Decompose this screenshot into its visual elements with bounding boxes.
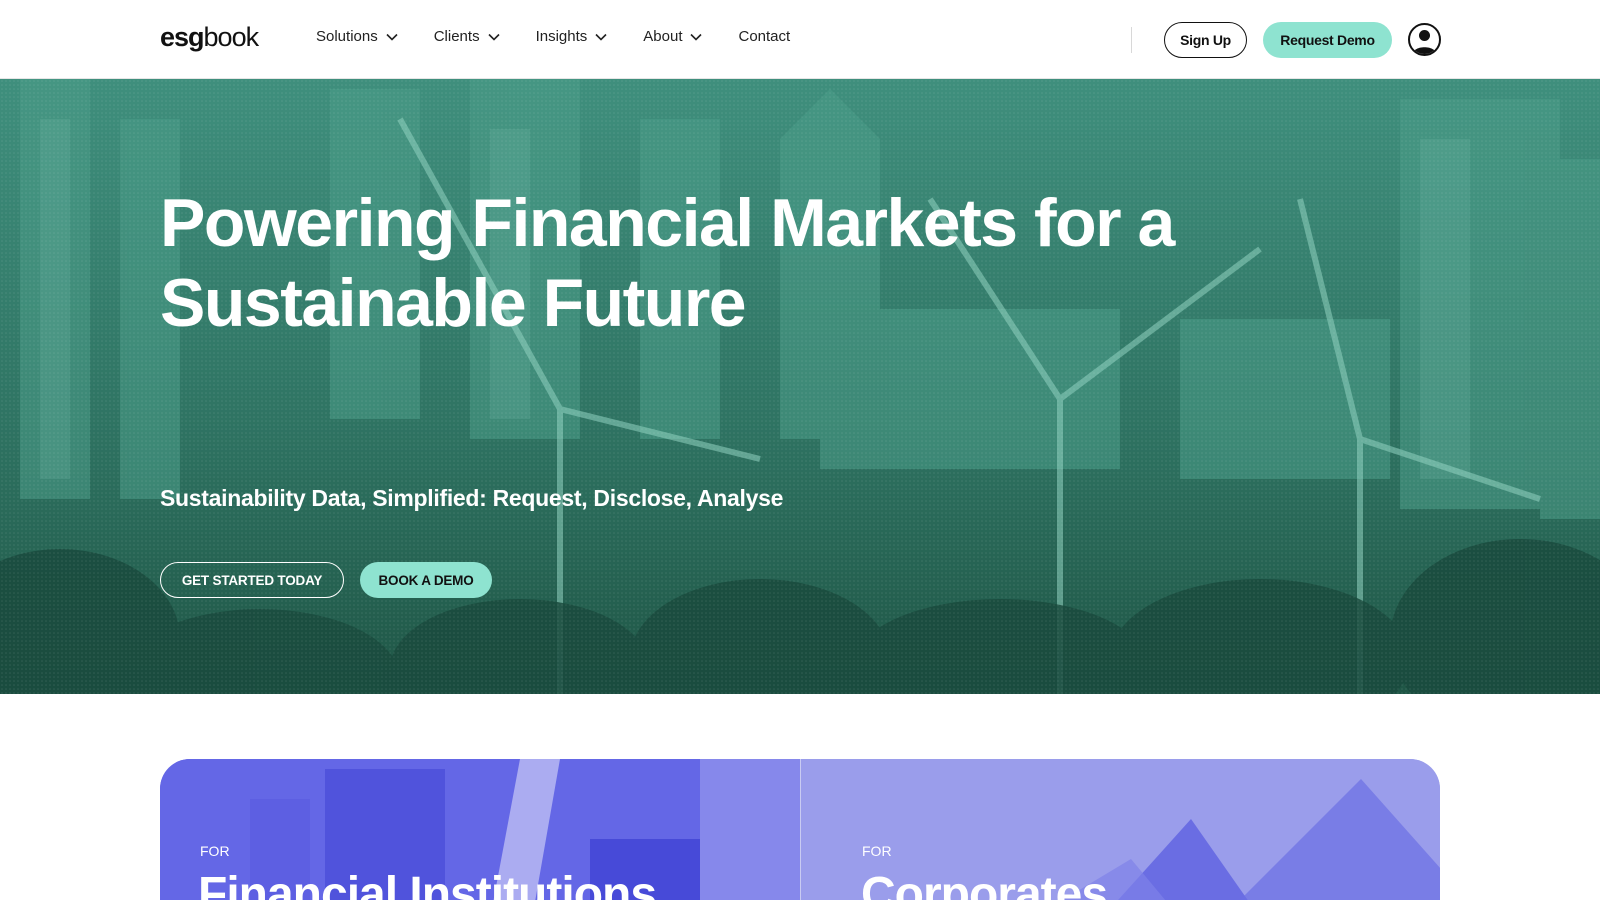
logo-bold-text: esg [160, 22, 205, 52]
book-demo-button[interactable]: BOOK A DEMO [360, 562, 492, 598]
nav-label: Contact [738, 28, 791, 45]
card-eyebrow: FOR [862, 843, 892, 859]
audience-cards: FOR Financial Institutions FOR Corporate… [160, 759, 1440, 900]
card-financial-institutions[interactable]: FOR Financial Institutions [160, 759, 800, 900]
hero-title-line-2: Sustainable Future [160, 265, 747, 341]
card-eyebrow: FOR [200, 843, 230, 859]
nav-label: Solutions [316, 28, 378, 45]
hero-subtitle: Sustainability Data, Simplified: Request… [160, 485, 784, 511]
user-account-icon[interactable] [1408, 23, 1441, 56]
sign-up-button[interactable]: Sign Up [1164, 22, 1247, 58]
esgbook-logo[interactable]: esgbook [160, 22, 260, 53]
nav-label: About [643, 28, 683, 45]
user-silhouette-icon [1413, 30, 1436, 54]
nav-item-about[interactable]: About [643, 28, 703, 45]
get-started-button[interactable]: GET STARTED TODAY [160, 562, 344, 598]
site-header: esgbook Solutions Clients Insights About… [0, 0, 1600, 79]
hero-section: Powering Financial Markets for a Sustain… [0, 79, 1600, 694]
hero-city-windfarm-image [0, 79, 1600, 694]
chevron-down-icon [488, 33, 500, 41]
nav-item-insights[interactable]: Insights [536, 28, 608, 45]
hero-title-line-1: Powering Financial Markets for a [160, 185, 1175, 261]
logo-light-text: book [203, 22, 260, 52]
chevron-down-icon [595, 33, 607, 41]
nav-label: Clients [433, 28, 480, 45]
nav-item-clients[interactable]: Clients [434, 28, 500, 45]
request-demo-button[interactable]: Request Demo [1263, 22, 1392, 58]
chevron-down-icon [386, 33, 398, 41]
nav-label: Insights [535, 28, 588, 45]
nav-item-contact[interactable]: Contact [738, 28, 790, 45]
chevron-down-icon [690, 33, 703, 41]
hero-title: Powering Financial Markets for a Sustain… [160, 183, 1360, 343]
nav-item-solutions[interactable]: Solutions [316, 28, 398, 45]
card-title: Corporates [861, 868, 1108, 900]
header-divider [1131, 27, 1132, 53]
main-nav: Solutions Clients Insights About Contact [316, 28, 826, 45]
card-title: Financial Institutions [198, 868, 657, 900]
card-corporates[interactable]: FOR Corporates [800, 759, 1440, 900]
